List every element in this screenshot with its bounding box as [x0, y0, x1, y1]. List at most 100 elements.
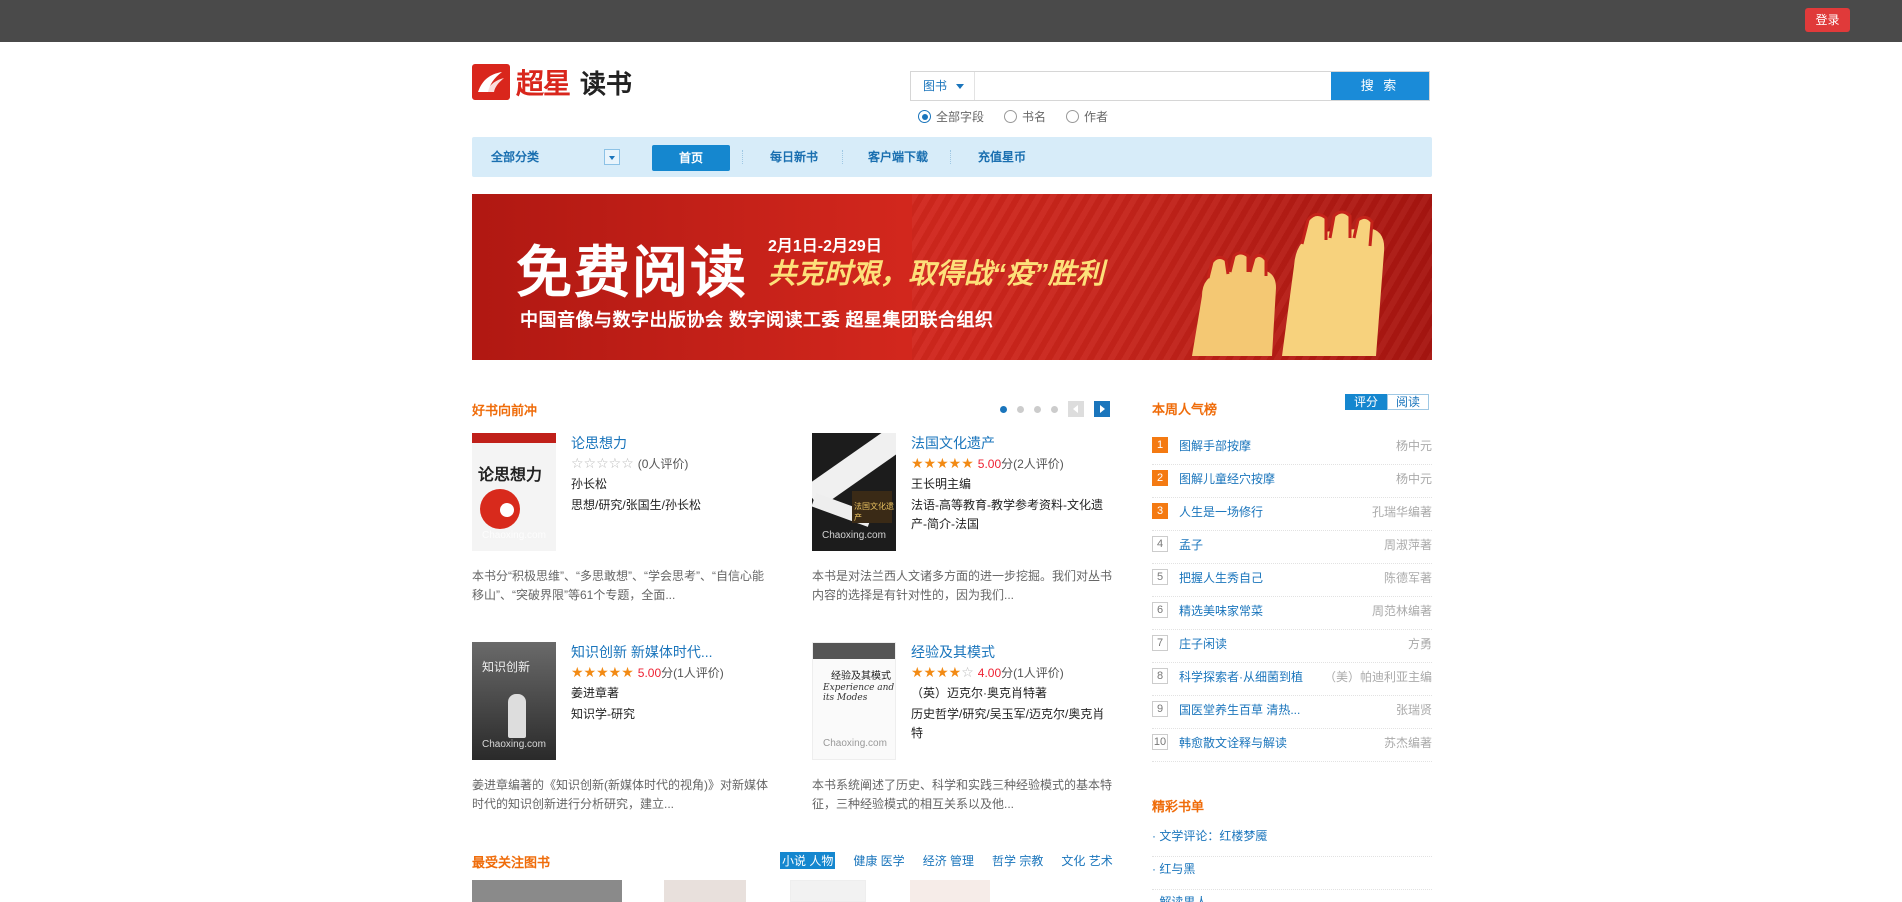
book-cover[interactable] [472, 880, 622, 902]
book-tags: 法语-高等教育-教学参考资料-文化遗产-简介-法国 [911, 498, 1103, 531]
book-rating: ★★★★☆ 4.00 分(1人评价) [911, 664, 1064, 681]
category-dropdown-icon[interactable] [604, 149, 620, 165]
list-item[interactable]: 4 孟子 周淑萍著 [1152, 531, 1432, 564]
booklist-item[interactable]: · 文学评论：红楼梦魇 [1152, 824, 1432, 857]
book-cover[interactable]: 知识创新 Chaoxing.com [472, 642, 556, 760]
list-item[interactable]: 8 科学探索者·从细菌到植 （美）帕迪利亚主编 [1152, 663, 1432, 696]
rank-number: 2 [1152, 470, 1168, 486]
nav-client-download[interactable]: 客户端下载 [868, 137, 928, 177]
rank-book-link[interactable]: 庄子闲读 [1179, 635, 1227, 652]
book-title-link[interactable]: 经验及其模式 [911, 642, 995, 662]
rank-author: 杨中元 [1395, 439, 1432, 453]
weekly-ranking-heading: 本周人气榜 [1152, 402, 1218, 417]
rank-book-link[interactable]: 科学探索者·从细菌到植 [1179, 668, 1303, 685]
rank-author: 陈德军著 [1383, 571, 1432, 585]
book-author: 孙长松 [571, 477, 608, 491]
login-button[interactable]: 登录 [1805, 8, 1850, 32]
rank-author: 杨中元 [1395, 472, 1432, 486]
booklist-item[interactable]: · 解读男人 [1152, 890, 1432, 902]
list-item[interactable]: 9 国医堂养生百草 清热... 张瑞贤 [1152, 696, 1432, 729]
book-description: 本书是对法兰西人文诸多方面的进一步挖掘。我们对丛书内容的选择是有针对性的，因为我… [812, 569, 1113, 602]
rank-number: 3 [1152, 503, 1168, 519]
book-author: 王长明主编 [911, 477, 972, 491]
carousel-dot[interactable] [1051, 405, 1058, 413]
tab-fiction[interactable]: 小说 人物 [780, 852, 836, 869]
rank-book-link[interactable]: 把握人生秀自己 [1179, 569, 1263, 586]
rank-book-link[interactable]: 人生是一场修行 [1179, 503, 1263, 520]
search-type-select[interactable]: 图书 [911, 72, 975, 100]
book-author: （英）迈克尔·奥克肖特著 [911, 686, 1047, 700]
booklist-item[interactable]: · 红与黑 [1152, 857, 1432, 890]
rating-count: (0人评价) [637, 457, 689, 471]
nav-home[interactable]: 首页 [652, 145, 730, 171]
rating-stars-icon: ☆☆☆☆☆ [571, 455, 634, 471]
radio-all-fields[interactable]: 全部字段 [918, 108, 984, 125]
nav-divider [842, 150, 843, 164]
main-nav: 全部分类 首页 每日新书 客户端下载 充值星币 [472, 137, 1432, 177]
book-title-link[interactable]: 论思想力 [571, 433, 627, 453]
radio-author[interactable]: 作者 [1066, 108, 1108, 125]
nav-recharge[interactable]: 充值星币 [978, 137, 1026, 177]
carousel-prev-icon[interactable] [1068, 401, 1084, 417]
carousel-dot[interactable] [1017, 405, 1024, 413]
book-cover[interactable]: 论思想力 Chaoxing.com [472, 433, 556, 551]
search-input[interactable] [975, 72, 1331, 100]
book-title-link[interactable]: 法国文化遗产 [911, 433, 995, 453]
rank-book-link[interactable]: 精选美味家常菜 [1179, 602, 1263, 619]
carousel-dot[interactable] [1000, 405, 1007, 413]
popular-books-heading: 最受关注图书 [472, 855, 551, 870]
search-button[interactable]: 搜 索 [1331, 72, 1429, 100]
booklist: · 文学评论：红楼梦魇 · 红与黑 · 解读男人 [1152, 824, 1432, 902]
rank-number: 1 [1152, 437, 1168, 453]
radio-title[interactable]: 书名 [1004, 108, 1046, 125]
nav-daily-new[interactable]: 每日新书 [770, 137, 818, 177]
book-title-link[interactable]: 知识创新 新媒体时代... [571, 642, 713, 662]
banner-title: 免费阅读 [516, 241, 748, 304]
book-cover[interactable] [790, 880, 866, 902]
rank-author: （美）帕迪利亚主编 [1323, 670, 1432, 684]
cover-watermark: Chaoxing.com [823, 738, 887, 749]
banner-organizers: 中国音像与数字出版协会 数字阅读工委 超星集团联合组织 [520, 310, 994, 330]
rank-number: 7 [1152, 635, 1168, 651]
booklists-heading: 精彩书单 [1152, 799, 1205, 814]
carousel-dot[interactable] [1034, 405, 1041, 413]
raised-fists-icon [1192, 210, 1385, 356]
nav-all-categories[interactable]: 全部分类 [491, 137, 539, 177]
list-item[interactable]: 5 把握人生秀自己 陈德军著 [1152, 564, 1432, 597]
rank-book-link[interactable]: 国医堂养生百草 清热... [1179, 701, 1300, 718]
book-rating: ★★★★★ 5.00 分(1人评价) [571, 664, 724, 681]
search-bar: 图书 搜 索 [910, 71, 1430, 101]
book-cover[interactable]: 法国文化遗产 Chaoxing.com [812, 433, 896, 551]
tab-by-rating[interactable]: 评分 [1345, 394, 1388, 410]
rating-stars-icon: ★★★★☆ [911, 664, 974, 680]
rank-book-link[interactable]: 孟子 [1179, 536, 1203, 553]
list-item[interactable]: 10 韩愈散文诠释与解读 苏杰编著 [1152, 729, 1432, 762]
radio-label: 书名 [1022, 110, 1047, 124]
rank-book-link[interactable]: 图解手部按摩 [1179, 437, 1251, 454]
book-tags: 思想/研究/张国生/孙长松 [571, 498, 702, 512]
list-item[interactable]: 7 庄子闲读 方勇 [1152, 630, 1432, 663]
tab-philosophy[interactable]: 哲学 宗教 [992, 852, 1043, 869]
radio-label: 作者 [1084, 110, 1109, 124]
rank-book-link[interactable]: 韩愈散文诠释与解读 [1179, 734, 1287, 751]
promo-banner[interactable]: 免费阅读 2月1日-2月29日 共克时艰，取得战“疫”胜利 中国音像与数字出版协… [472, 194, 1432, 360]
book-cover[interactable]: 经验及其模式 Experience and its Modes Chaoxing… [812, 642, 896, 760]
list-item[interactable]: 1 图解手部按摩 杨中元 [1152, 432, 1432, 465]
book-cover[interactable] [664, 880, 746, 902]
carousel-next-icon[interactable] [1094, 401, 1110, 417]
tab-culture[interactable]: 文化 艺术 [1061, 852, 1112, 869]
list-item[interactable]: 6 精选美味家常菜 周范林编著 [1152, 597, 1432, 630]
rank-number: 10 [1152, 734, 1168, 750]
book-author: 姜进章著 [571, 686, 620, 700]
rank-book-link[interactable]: 图解儿童经穴按摩 [1179, 470, 1275, 487]
list-item[interactable]: 3 人生是一场修行 孔瑞华编著 [1152, 498, 1432, 531]
rank-author: 苏杰编著 [1383, 736, 1432, 750]
list-item[interactable]: 2 图解儿童经穴按摩 杨中元 [1152, 465, 1432, 498]
search-type-label: 图书 [923, 79, 948, 93]
tab-economy[interactable]: 经济 管理 [923, 852, 974, 869]
tab-health[interactable]: 健康 医学 [853, 852, 904, 869]
rank-number: 9 [1152, 701, 1168, 717]
book-cover[interactable] [910, 880, 990, 902]
site-logo[interactable]: 超星 读书 [472, 62, 632, 102]
tab-by-reads[interactable]: 阅读 [1387, 394, 1430, 410]
